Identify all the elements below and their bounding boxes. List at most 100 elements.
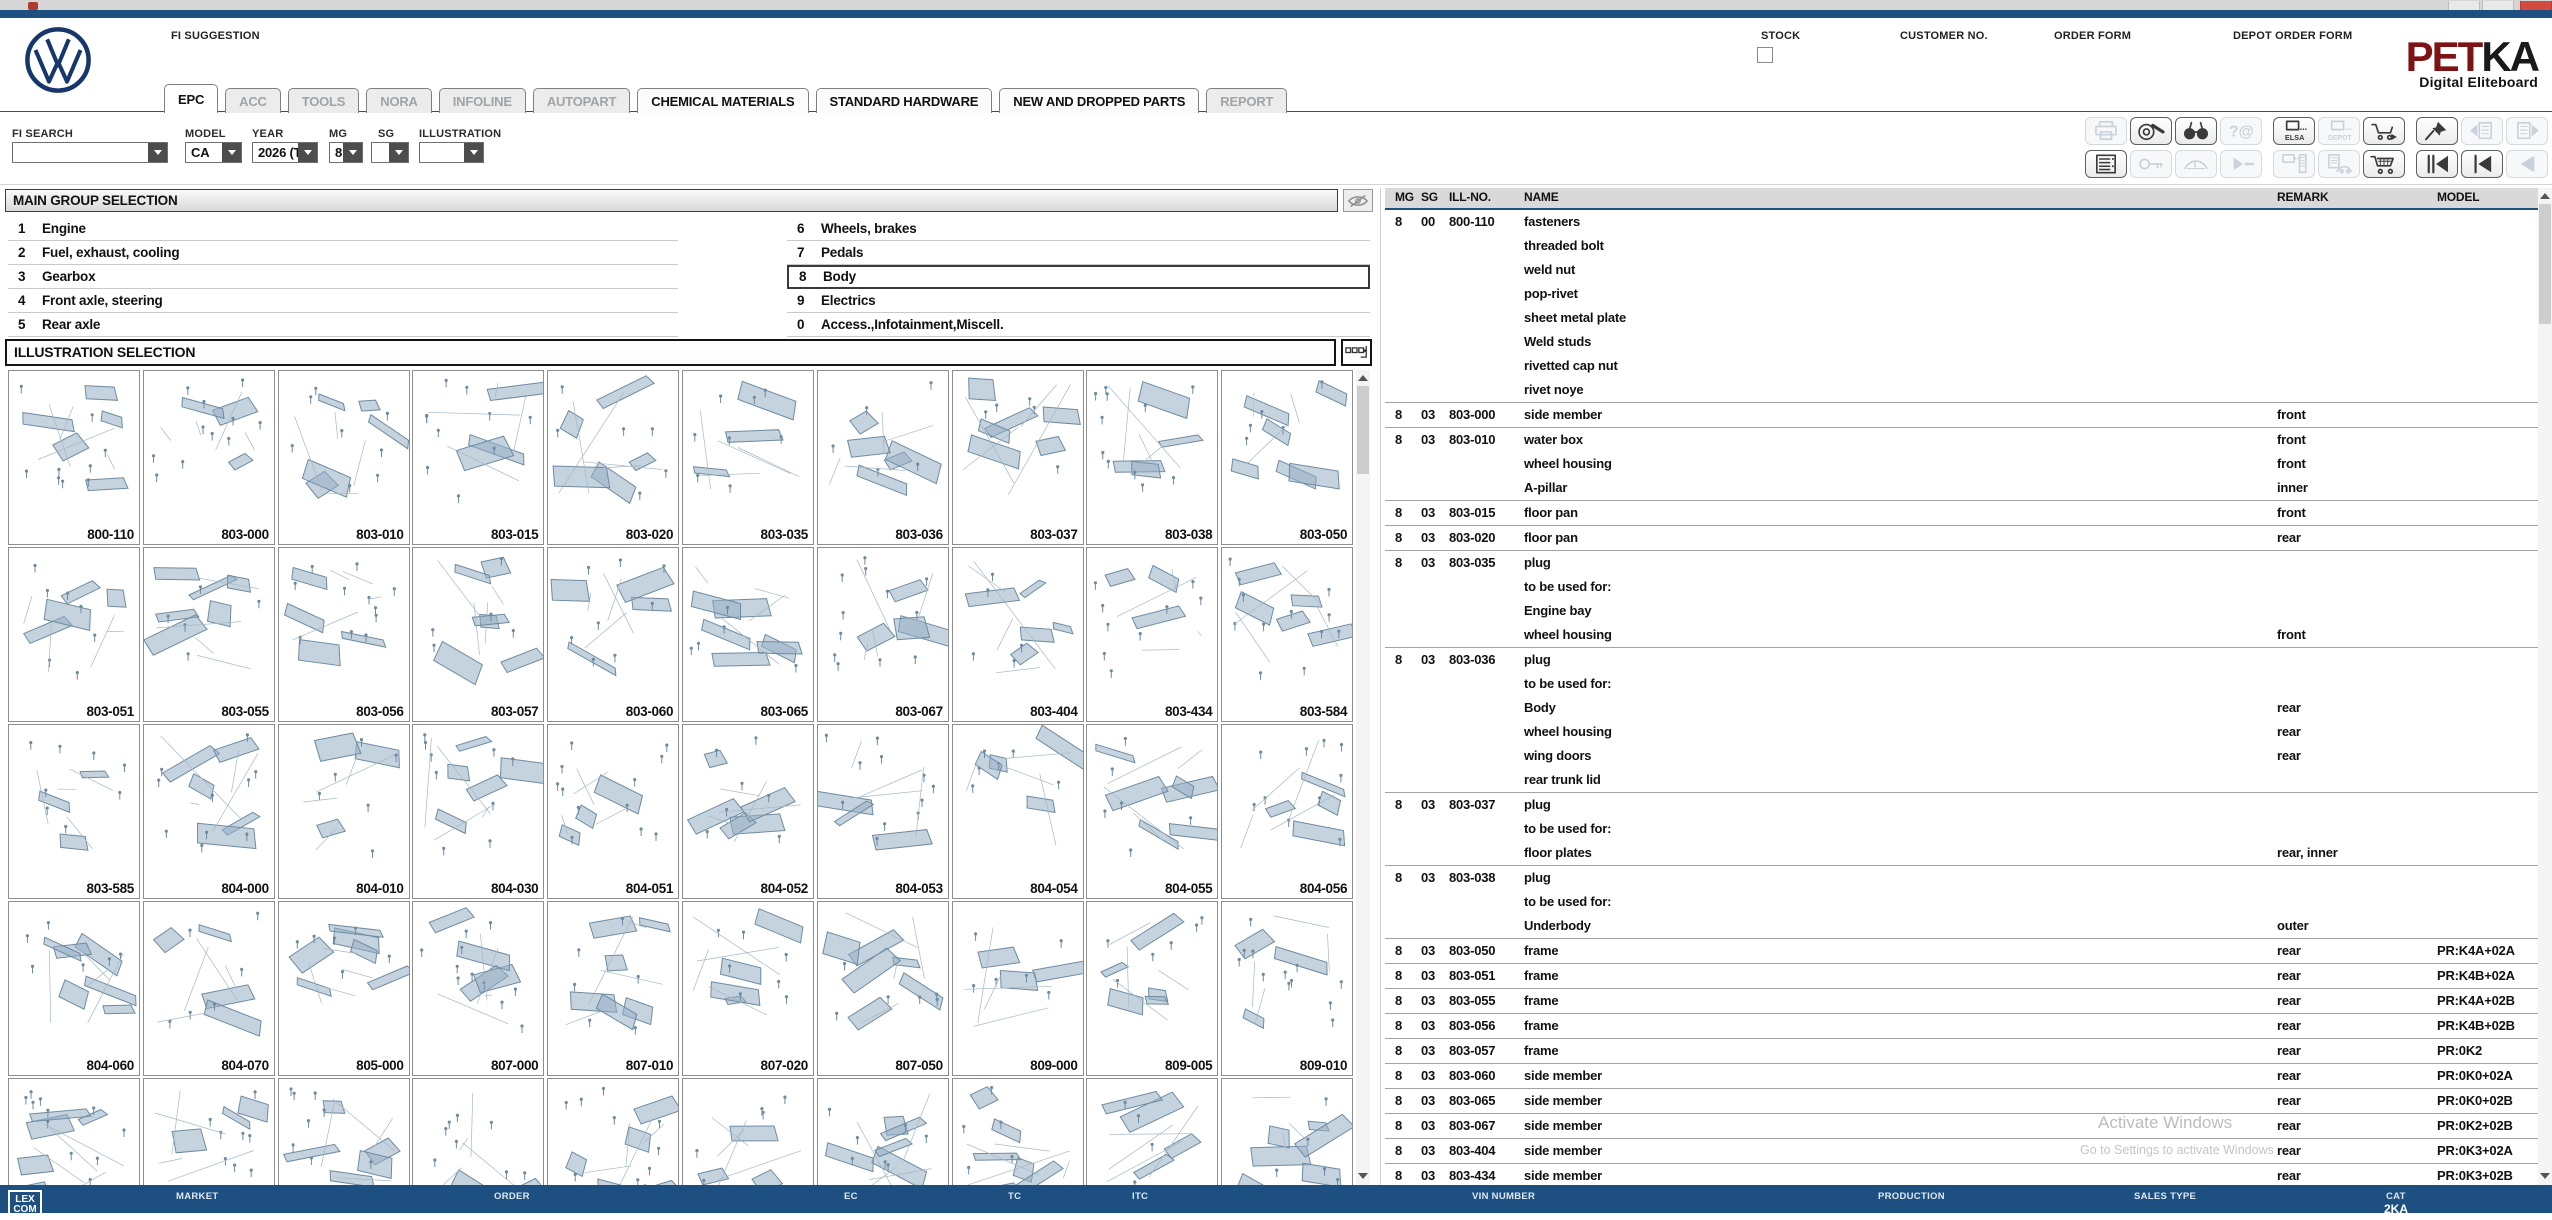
nav-first-button[interactable] — [2416, 150, 2458, 178]
thumbnail-809-000[interactable]: 809-000 — [952, 901, 1084, 1076]
part-row[interactable]: wheel housingfront — [1385, 623, 2538, 647]
cart-arrow-button[interactable] — [2363, 117, 2405, 145]
part-row[interactable]: 803803-060side memberrearPR:0K0+02A — [1385, 1064, 2538, 1088]
fi-search-dropdown-icon[interactable] — [148, 143, 167, 162]
thumbnail-807-050[interactable]: 807-050 — [817, 901, 949, 1076]
sg-combobox[interactable] — [371, 142, 409, 163]
thumbnail-803-065[interactable]: 803-065 — [682, 547, 814, 722]
main-group-item-3[interactable]: 3Gearbox — [8, 265, 678, 289]
part-row[interactable]: 803803-050framerearPR:K4A+02A — [1385, 939, 2538, 963]
thumbnail-partial[interactable] — [8, 1078, 140, 1185]
thumbnail-804-070[interactable]: 804-070 — [143, 901, 275, 1076]
thumbnail-803-020[interactable]: 803-020 — [547, 370, 679, 545]
thumbnail-803-038[interactable]: 803-038 — [1086, 370, 1218, 545]
thumbnail-803-050[interactable]: 803-050 — [1221, 370, 1353, 545]
thumbnail-partial[interactable] — [1086, 1078, 1218, 1185]
thumbnail-803-057[interactable]: 803-057 — [412, 547, 544, 722]
thumbnail-803-037[interactable]: 803-037 — [952, 370, 1084, 545]
illustration-dropdown-icon[interactable] — [464, 143, 483, 162]
part-row[interactable]: Bodyrear — [1385, 696, 2538, 720]
thumbnail-805-000[interactable]: 805-000 — [278, 901, 410, 1076]
thumbnail-layout-button[interactable] — [1341, 339, 1372, 366]
thumbnail-804-010[interactable]: 804-010 — [278, 724, 410, 899]
year-dropdown-icon[interactable] — [298, 143, 317, 162]
thumbnail-partial[interactable] — [143, 1078, 275, 1185]
thumbnail-804-052[interactable]: 804-052 — [682, 724, 814, 899]
part-row[interactable]: 803803-015floor panfront — [1385, 501, 2538, 525]
nav-prev-button[interactable] — [2461, 150, 2503, 178]
part-row[interactable]: sheet metal plate — [1385, 306, 2538, 330]
part-row[interactable]: 803803-010water boxfront — [1385, 428, 2538, 452]
thumbnail-partial[interactable] — [682, 1078, 814, 1185]
part-row[interactable]: to be used for: — [1385, 672, 2538, 696]
thumbnail-partial[interactable] — [547, 1078, 679, 1185]
table-scrollbar[interactable] — [2538, 188, 2552, 1185]
table-scroll-up-icon[interactable] — [2540, 193, 2550, 199]
part-row[interactable]: Engine bay — [1385, 599, 2538, 623]
list-button[interactable] — [2085, 150, 2127, 178]
thumbnail-partial[interactable] — [817, 1078, 949, 1185]
part-row[interactable]: wheel housingrear — [1385, 720, 2538, 744]
scroll-up-icon[interactable] — [1358, 375, 1368, 381]
thumbnail-803-055[interactable]: 803-055 — [143, 547, 275, 722]
part-row[interactable]: to be used for: — [1385, 817, 2538, 841]
scroll-down-icon[interactable] — [1358, 1173, 1368, 1179]
part-row[interactable]: 803803-020floor panrear — [1385, 526, 2538, 550]
part-row[interactable]: wheel housingfront — [1385, 452, 2538, 476]
part-row[interactable]: 803803-065side memberrearPR:0K0+02B — [1385, 1089, 2538, 1113]
part-row[interactable]: 803803-067side memberrearPR:0K2+02B — [1385, 1114, 2538, 1138]
part-row[interactable]: rivetted cap nut — [1385, 354, 2538, 378]
thumbnail-803-000[interactable]: 803-000 — [143, 370, 275, 545]
part-row[interactable]: 803803-036plug — [1385, 648, 2538, 672]
thumbnail-809-010[interactable]: 809-010 — [1221, 901, 1353, 1076]
tab-epc[interactable]: EPC — [164, 84, 218, 113]
main-group-item-7[interactable]: 7Pedals — [787, 241, 1370, 265]
part-row[interactable]: rear trunk lid — [1385, 768, 2538, 792]
thumbnail-803-404[interactable]: 803-404 — [952, 547, 1084, 722]
thumbnail-803-010[interactable]: 803-010 — [278, 370, 410, 545]
thumbnail-807-020[interactable]: 807-020 — [682, 901, 814, 1076]
thumbnail-803-056[interactable]: 803-056 — [278, 547, 410, 722]
year-combobox[interactable]: 2026 (T) — [252, 142, 318, 163]
part-row[interactable]: 803803-404side memberrearPR:0K3+02A — [1385, 1139, 2538, 1163]
thumbnail-804-030[interactable]: 804-030 — [412, 724, 544, 899]
wheel-service-button[interactable] — [2130, 117, 2172, 145]
tab-new-and-dropped-parts[interactable]: NEW AND DROPPED PARTS — [999, 88, 1199, 113]
tab-standard-hardware[interactable]: STANDARD HARDWARE — [816, 88, 993, 113]
thumbnail-803-585[interactable]: 803-585 — [8, 724, 140, 899]
main-group-item-1[interactable]: 1Engine — [8, 217, 678, 241]
cart-button[interactable] — [2363, 150, 2405, 178]
illustration-scroll-thumb[interactable] — [1357, 386, 1369, 474]
part-row[interactable]: Weld studs — [1385, 330, 2538, 354]
part-row[interactable]: wing doorsrear — [1385, 744, 2538, 768]
part-row[interactable]: 803803-056framerearPR:K4B+02B — [1385, 1014, 2538, 1038]
part-row[interactable]: A-pillarinner — [1385, 476, 2538, 500]
hide-panel-button[interactable] — [1343, 189, 1373, 212]
thumbnail-partial[interactable] — [952, 1078, 1084, 1185]
thumbnail-804-051[interactable]: 804-051 — [547, 724, 679, 899]
thumbnail-804-054[interactable]: 804-054 — [952, 724, 1084, 899]
part-row[interactable]: rivet noye — [1385, 378, 2538, 402]
thumbnail-809-005[interactable]: 809-005 — [1086, 901, 1218, 1076]
thumbnail-803-067[interactable]: 803-067 — [817, 547, 949, 722]
main-group-item-8[interactable]: 8Body — [787, 265, 1370, 289]
thumbnail-803-036[interactable]: 803-036 — [817, 370, 949, 545]
part-row[interactable]: 803803-038plug — [1385, 866, 2538, 890]
table-scroll-thumb[interactable] — [2539, 204, 2551, 324]
thumbnail-803-015[interactable]: 803-015 — [412, 370, 544, 545]
table-scroll-down-icon[interactable] — [2540, 1173, 2550, 1179]
fi-search-combobox[interactable] — [12, 142, 168, 163]
part-row[interactable]: 803803-051framerearPR:K4B+02A — [1385, 964, 2538, 988]
part-row[interactable]: 803803-057framerearPR:0K2 — [1385, 1039, 2538, 1063]
thumbnail-803-434[interactable]: 803-434 — [1086, 547, 1218, 722]
main-group-item-9[interactable]: 9Electrics — [787, 289, 1370, 313]
part-row[interactable]: pop-rivet — [1385, 282, 2538, 306]
mg-dropdown-icon[interactable] — [343, 143, 362, 162]
thumbnail-803-051[interactable]: 803-051 — [8, 547, 140, 722]
thumbnail-804-055[interactable]: 804-055 — [1086, 724, 1218, 899]
illustration-combobox[interactable] — [419, 142, 484, 163]
main-group-item-2[interactable]: 2Fuel, exhaust, cooling — [8, 241, 678, 265]
part-row[interactable]: 803803-037plug — [1385, 793, 2538, 817]
part-row[interactable]: Underbodyouter — [1385, 914, 2538, 938]
main-group-item-5[interactable]: 5Rear axle — [8, 313, 678, 337]
